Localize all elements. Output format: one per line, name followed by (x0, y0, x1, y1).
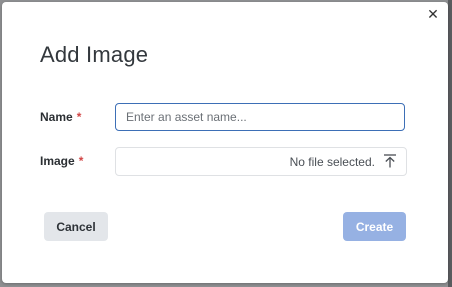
cancel-button[interactable]: Cancel (44, 212, 108, 241)
name-required-mark: * (76, 110, 82, 124)
file-status-text: No file selected. (289, 155, 375, 169)
image-file-picker[interactable]: No file selected. (115, 147, 407, 176)
image-required-mark: * (78, 154, 84, 168)
name-label-text: Name (40, 110, 73, 124)
image-label-text: Image (40, 154, 75, 168)
create-button[interactable]: Create (343, 212, 406, 241)
background-edge (448, 0, 452, 287)
add-image-dialog: ✕ Add Image Name* Image* No file selecte… (2, 2, 448, 283)
close-icon[interactable]: ✕ (426, 6, 440, 22)
image-label: Image * (40, 154, 83, 168)
dialog-title: Add Image (40, 42, 149, 67)
name-input[interactable] (115, 103, 405, 131)
name-label: Name * (40, 110, 81, 124)
upload-icon[interactable] (382, 153, 398, 169)
